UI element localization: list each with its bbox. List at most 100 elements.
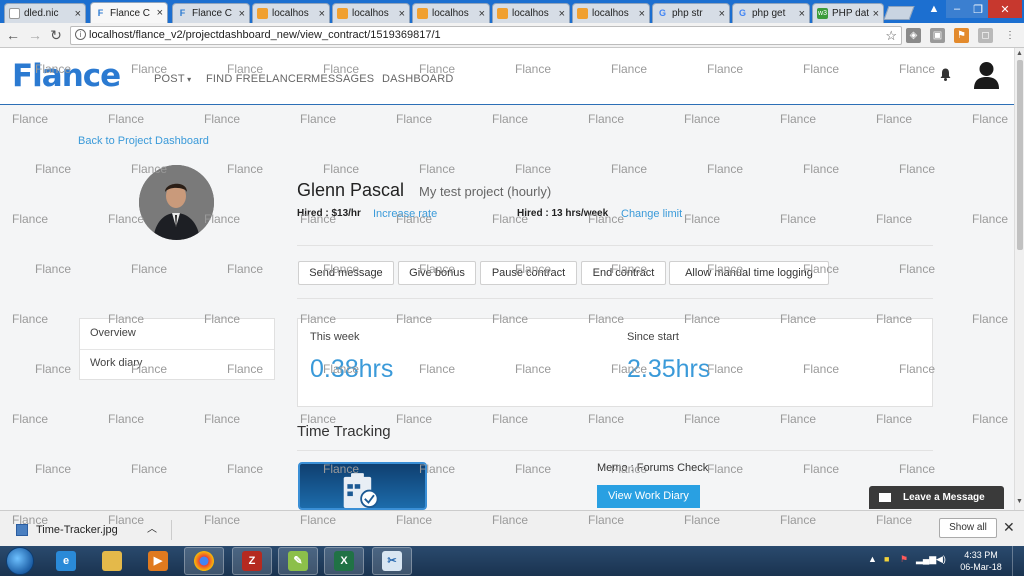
extension-icon[interactable]: ⚑	[954, 28, 969, 43]
image-file-icon	[16, 524, 28, 536]
close-download-bar-icon[interactable]: ✕	[1003, 519, 1015, 536]
browser-tab[interactable]: localhos ×	[572, 3, 650, 23]
close-tab-icon[interactable]: ×	[639, 8, 645, 20]
snipping-tool-icon[interactable]: ✂	[372, 547, 412, 575]
give-bonus-button[interactable]: Give bonus	[398, 261, 476, 285]
internet-explorer-icon[interactable]: e	[46, 547, 86, 575]
close-tab-icon[interactable]: ×	[559, 8, 565, 20]
url-input[interactable]: i localhost/flance_v2/projectdashboard_n…	[70, 26, 902, 45]
page-scrollbar[interactable]: ▲ ▼	[1014, 48, 1024, 510]
menu-item-overview[interactable]: Overview	[90, 327, 136, 339]
chrome-icon[interactable]	[184, 547, 224, 575]
increase-rate-link[interactable]: Increase rate	[373, 208, 437, 220]
user-avatar-icon[interactable]	[974, 61, 999, 89]
watermark: Flance	[780, 212, 817, 226]
close-tab-icon[interactable]: ×	[319, 8, 325, 20]
watermark: Flance	[972, 112, 1009, 126]
excel-icon[interactable]: X	[324, 547, 364, 575]
watermark: Flance	[12, 112, 49, 126]
close-tab-icon[interactable]: ×	[399, 8, 405, 20]
browser-tab-active[interactable]: F Flance C ×	[90, 2, 168, 23]
browser-tab[interactable]: localhos ×	[332, 3, 410, 23]
send-message-button[interactable]: Send message	[298, 261, 394, 285]
menu-icon[interactable]: ⋮	[1004, 28, 1016, 43]
view-work-diary-button[interactable]: View Work Diary	[597, 485, 700, 508]
tray-flag-icon[interactable]: ■	[884, 554, 889, 564]
windows-taskbar: e ▶ Z ✎ X ✂ ▲ ■ ⚑ ▂▄▆ ◀) 4:33 PM 06-Mar-…	[0, 546, 1024, 576]
forward-icon[interactable]: →	[26, 27, 44, 44]
scroll-down-icon[interactable]: ▼	[1016, 498, 1023, 505]
reload-icon[interactable]: ↻	[47, 27, 65, 44]
this-week-label: This week	[310, 331, 360, 343]
scroll-thumb[interactable]	[1017, 60, 1023, 250]
close-tab-icon[interactable]: ×	[75, 8, 81, 20]
chevron-up-icon[interactable]: ︿	[147, 520, 157, 540]
change-limit-link[interactable]: Change limit	[621, 208, 682, 220]
user-profile-icon[interactable]: ▲	[924, 0, 944, 18]
browser-tab[interactable]: G php get ×	[732, 3, 810, 23]
close-window-icon[interactable]: ✕	[988, 0, 1022, 18]
tray-expand-icon[interactable]: ▲	[868, 554, 877, 564]
close-tab-icon[interactable]: ×	[799, 8, 805, 20]
extension-icon[interactable]: ◻	[978, 28, 993, 43]
file-explorer-icon[interactable]	[92, 547, 132, 575]
bell-icon[interactable]	[940, 68, 951, 81]
nav-dashboard[interactable]: DASHBOARD	[382, 73, 453, 85]
end-contract-button[interactable]: End contract	[581, 261, 666, 285]
filezilla-icon[interactable]: Z	[232, 547, 272, 575]
time-tracking-screenshot[interactable]	[298, 462, 427, 510]
info-icon[interactable]: i	[75, 29, 86, 40]
watermark: Flance	[204, 412, 241, 426]
close-tab-icon[interactable]: ×	[479, 8, 485, 20]
browser-tab[interactable]: w3 PHP dat ×	[812, 3, 884, 23]
system-clock[interactable]: 4:33 PM 06-Mar-18	[955, 549, 1007, 573]
browser-tab[interactable]: F Flance C ×	[172, 3, 250, 23]
back-to-dashboard-link[interactable]: Back to Project Dashboard	[78, 135, 209, 147]
volume-icon[interactable]: ◀)	[936, 554, 946, 565]
extension-icon[interactable]: ▣	[930, 28, 945, 43]
leave-message-chat-button[interactable]: Leave a Message	[869, 486, 1004, 509]
download-bar: Time-Tracker.jpg ︿ Flance Flance Flance …	[0, 510, 1024, 546]
nav-find-freelancer[interactable]: FIND FREELANCER	[206, 73, 312, 85]
watermark: Flance	[12, 312, 49, 326]
browser-tab[interactable]: dled.nic ×	[4, 3, 86, 23]
notepad-plus-icon[interactable]: ✎	[278, 547, 318, 575]
close-tab-icon[interactable]: ×	[157, 7, 163, 19]
scroll-up-icon[interactable]: ▲	[1016, 50, 1023, 57]
watermark: Flance	[396, 513, 433, 527]
nav-post[interactable]: POST ▾	[154, 73, 191, 85]
flance-logo[interactable]: Flance	[12, 58, 121, 94]
bookmark-star-icon[interactable]: ☆	[885, 27, 897, 44]
network-icon[interactable]: ▂▄▆	[916, 554, 936, 565]
pma-icon	[417, 8, 428, 19]
watermark: Flance	[108, 112, 145, 126]
show-all-button[interactable]: Show all	[939, 518, 997, 538]
tray-alert-icon[interactable]: ⚑	[900, 554, 908, 565]
php-icon: w3	[817, 8, 828, 19]
close-tab-icon[interactable]: ×	[719, 8, 725, 20]
show-desktop-button[interactable]	[1012, 546, 1024, 576]
download-item[interactable]: Time-Tracker.jpg ︿	[14, 520, 172, 540]
watermark: Flance	[492, 513, 529, 527]
close-tab-icon[interactable]: ×	[873, 8, 879, 20]
back-icon[interactable]: ←	[4, 27, 22, 44]
new-tab-button[interactable]	[883, 6, 915, 20]
browser-tab[interactable]: G php str ×	[652, 3, 730, 23]
browser-tab[interactable]: localhos ×	[252, 3, 330, 23]
watermark: Flance	[108, 212, 145, 226]
browser-tab[interactable]: localhos ×	[492, 3, 570, 23]
pause-contract-button[interactable]: Pause contract	[480, 261, 577, 285]
watermark: Flance	[492, 112, 529, 126]
nav-messages[interactable]: MESSAGES	[311, 73, 374, 85]
close-tab-icon[interactable]: ×	[239, 8, 245, 20]
browser-tab[interactable]: localhos ×	[412, 3, 490, 23]
minimize-icon[interactable]: –	[946, 0, 968, 18]
memo-text: Memo : Forums Check	[597, 462, 709, 474]
menu-item-work-diary[interactable]: Work diary	[90, 357, 142, 369]
extension-shield-icon[interactable]: ◈	[906, 28, 921, 43]
restore-icon[interactable]: ❐	[968, 0, 988, 18]
media-player-icon[interactable]: ▶	[138, 547, 178, 575]
allow-manual-time-button[interactable]: Allow manual time logging	[669, 261, 829, 285]
divider	[80, 349, 274, 350]
windows-start-button[interactable]	[6, 547, 34, 575]
